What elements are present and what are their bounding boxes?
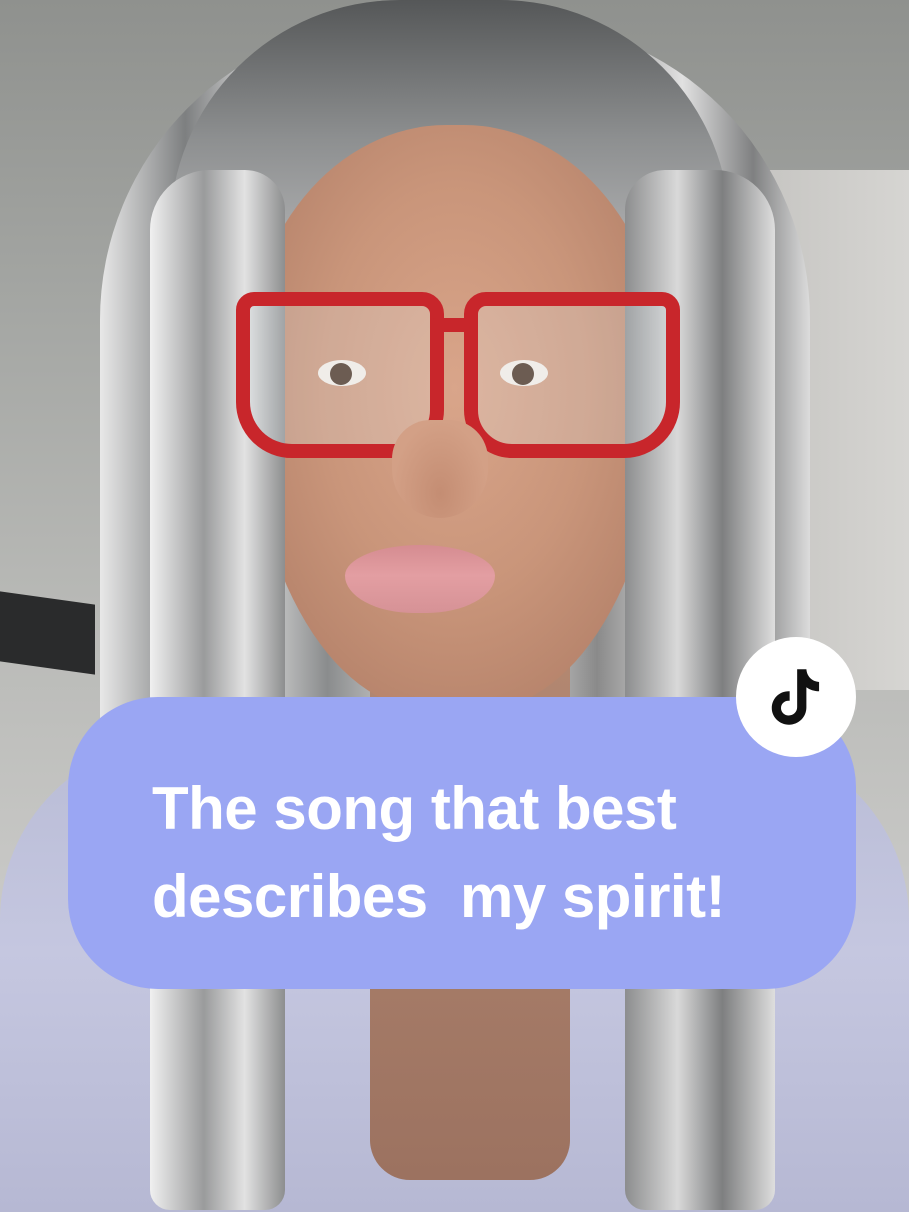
tiktok-logo-badge[interactable] [736, 637, 856, 757]
caption-bubble: The song that best describes my spirit! [68, 697, 856, 989]
caption-line-1: The song that best [152, 775, 677, 842]
tiktok-logo-icon [771, 669, 820, 725]
nose [392, 420, 488, 518]
lips [345, 545, 495, 613]
caption-line-2: describes my spirit! [152, 863, 726, 930]
glasses-right-lens [464, 292, 680, 458]
dark-shelf [0, 591, 95, 675]
video-frame: The song that best describes my spirit! [0, 0, 909, 1212]
glasses-bridge [430, 318, 470, 332]
